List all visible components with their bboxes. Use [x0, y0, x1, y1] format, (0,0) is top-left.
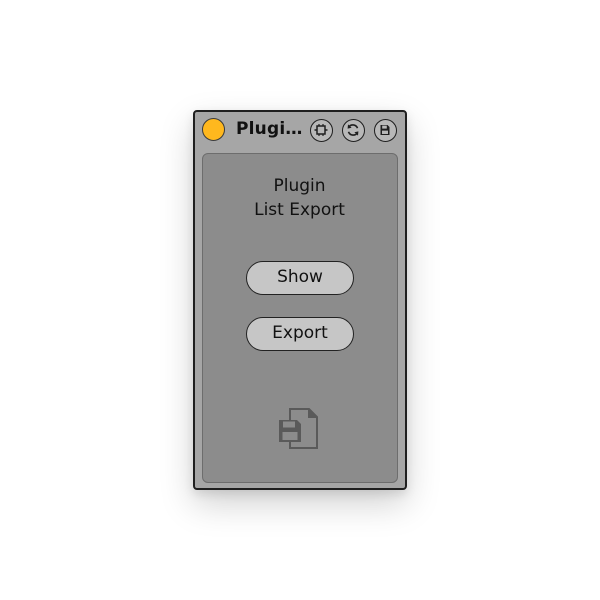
panel-heading: Plugin List Export — [203, 174, 396, 222]
file-save-icon — [279, 408, 318, 449]
save-preset-button[interactable] — [374, 119, 397, 142]
refresh-icon — [347, 124, 359, 136]
heading-line-2: List Export — [254, 200, 345, 220]
device-titlebar: Plugi… — [195, 112, 405, 150]
map-button[interactable] — [310, 119, 333, 142]
heading-line-1: Plugin — [273, 176, 326, 196]
device-power-toggle[interactable] — [202, 118, 225, 141]
save-preset-icon — [380, 125, 390, 135]
export-button[interactable]: Export — [246, 317, 354, 351]
device-title: Plugi… — [236, 119, 303, 139]
device-window: Plugi… Plugin List Export Show Export — [193, 110, 407, 490]
device-panel: Plugin List Export Show Export — [202, 153, 398, 483]
refresh-button[interactable] — [342, 119, 365, 142]
show-button[interactable]: Show — [246, 261, 354, 295]
map-icon — [314, 124, 328, 136]
